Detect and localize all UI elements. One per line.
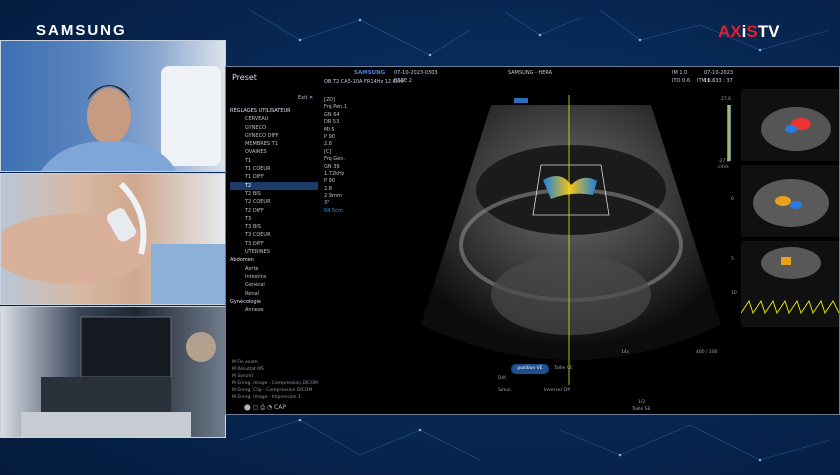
presenter-image xyxy=(41,66,221,171)
preset-tree: RÉGLAGES UTILISATEUR CERVEAU GYNECO GYNECO … xyxy=(230,107,318,314)
param-line: 2.8 xyxy=(324,185,332,192)
depth-mark: 0 xyxy=(731,197,734,202)
action-item[interactable]: M SonoVr xyxy=(232,373,318,380)
thumbnail-1[interactable] xyxy=(741,89,839,161)
action-item[interactable]: M Enreg. Image - Impression 1 xyxy=(232,394,318,401)
preset-item[interactable]: T3 BIS xyxy=(230,223,318,231)
thumbnail-strip xyxy=(741,89,839,407)
param-line: GN 64 xyxy=(324,111,340,118)
ultrasound-screen: Preset Exit ✕ RÉGLAGES UTILISATEUR CERVEA… xyxy=(225,66,840,415)
ultrasound-image xyxy=(421,95,721,385)
preset-item[interactable]: T2 BIS xyxy=(230,190,318,198)
param-line: Frq Pen.1 xyxy=(324,104,348,111)
scale-bottom: -27.6 xyxy=(718,159,730,164)
param-line: P 90 xyxy=(324,133,335,140)
param-line: 1.72kHz xyxy=(324,170,345,177)
action-item[interactable]: M Enreg. Image - Compression DICOM xyxy=(232,380,318,387)
probe-orientation-icon xyxy=(514,98,528,103)
probe-info: OB T2 CA5-10A FR14Hz 12.6cm xyxy=(324,79,404,85)
samsung-small-logo: SAMSUNG xyxy=(354,70,386,76)
preset-item[interactable]: Aorte xyxy=(230,265,318,273)
preset-item[interactable]: MEMBRES T1 xyxy=(230,140,318,148)
simul-button[interactable]: Simul. xyxy=(498,388,512,393)
preset-item[interactable]: T1 DIFF xyxy=(230,173,318,181)
video-panel-exam xyxy=(0,173,226,305)
action-item[interactable]: M Fin exam xyxy=(232,359,318,366)
color-velocity-scale xyxy=(727,105,731,161)
patient-id: BEBE 2 xyxy=(394,78,412,84)
machine-image xyxy=(21,316,216,437)
preset-item[interactable]: Annexe xyxy=(230,306,318,314)
param-line: GN 39 xyxy=(324,163,340,170)
exam-date: 07-10-2023-0303 xyxy=(394,70,438,76)
preset-category[interactable]: Abdomen xyxy=(230,256,318,264)
param-line: P 90 xyxy=(324,178,335,185)
param-line: 2.8 xyxy=(324,141,332,148)
taille-ve-label[interactable]: Taille VE xyxy=(554,366,573,371)
im-value: IM 1.0 xyxy=(672,70,688,76)
param-line: 04.5cm xyxy=(324,207,343,214)
preset-item[interactable]: GYNECO DIFF xyxy=(230,132,318,140)
preset-item[interactable]: GYNECO xyxy=(230,124,318,132)
param-line: MI 5 xyxy=(324,126,335,133)
depth-mark: 5 xyxy=(731,257,734,262)
depth-mark: 10 xyxy=(731,291,737,296)
ito-value: ITO 0.6 xyxy=(672,78,691,84)
invert-dp-button[interactable]: Inverser DP xyxy=(544,388,570,393)
imaging-params: [2D] Frq Pen.1 GN 64 DR 53 MI 5P 90 2.8 [C] Frq… xyxy=(324,97,402,215)
preset-item[interactable]: Rénal xyxy=(230,290,318,298)
device-name: SAMSUNG - HERA xyxy=(508,70,553,76)
date-right: 07-10-2023 xyxy=(704,70,734,76)
preset-item[interactable]: T2 DIFF xyxy=(230,207,318,215)
preset-item[interactable]: T2 xyxy=(230,181,318,190)
exam-image xyxy=(1,181,225,304)
preset-item[interactable]: Général xyxy=(230,281,318,289)
page-indicator: 1/2 xyxy=(638,400,646,405)
scale-unit: cm/s xyxy=(718,165,729,170)
def-button[interactable]: Déf. xyxy=(498,376,507,381)
param-line: [2D] xyxy=(324,97,335,103)
preset-item[interactable]: T3 DIFF xyxy=(230,240,318,248)
param-line: Frq Gén. xyxy=(324,156,345,163)
time-scale-right: 400 / 100 xyxy=(696,350,718,355)
video-panel-presenter xyxy=(0,40,226,172)
video-panel-machine xyxy=(0,306,226,438)
time-scale-left: 14s xyxy=(621,350,630,355)
action-list: M Fin exam M Résultat MS M SonoVr M Enreg. … xyxy=(232,359,318,401)
preset-item[interactable]: T2 COEUR xyxy=(230,198,318,206)
preset-item[interactable]: T1 COEUR xyxy=(230,165,318,173)
preset-item[interactable]: T3 xyxy=(230,215,318,223)
preset-item[interactable]: CERVEAU xyxy=(230,115,318,123)
scale-top: 27.6 xyxy=(721,97,732,102)
exit-button[interactable]: Exit ✕ xyxy=(298,95,313,101)
preset-item[interactable]: OVAIRES xyxy=(230,148,318,156)
thumbnail-2[interactable] xyxy=(741,165,839,237)
clock: 11 : 33 : 37 xyxy=(704,78,733,84)
channel-logo: AXiSTV xyxy=(718,22,780,41)
preset-item[interactable]: Intestins xyxy=(230,273,318,281)
action-item[interactable]: M Résultat MS xyxy=(232,366,318,373)
preset-item[interactable]: UTERINES xyxy=(230,248,318,256)
doppler-thumbnail[interactable] xyxy=(741,241,839,327)
preset-item[interactable]: T1 xyxy=(230,157,318,165)
preset-item[interactable]: T3 COEUR xyxy=(230,231,318,239)
preset-title: Preset xyxy=(232,73,257,82)
param-line: DR 53 xyxy=(324,119,340,126)
param-line: 2.9mm xyxy=(324,193,342,200)
action-item[interactable]: M Enreg. Clip - Compression DICOM xyxy=(232,387,318,394)
bottom-toolbar[interactable]: ⬤ ▢ ⎙ ◔ CAP xyxy=(244,404,286,412)
param-line: 3° xyxy=(324,200,330,207)
position-ve-button[interactable]: position VE xyxy=(511,364,549,374)
preset-category[interactable]: Gynécologie xyxy=(230,298,318,306)
samsung-logo: SAMSUNG xyxy=(36,22,127,39)
preset-category[interactable]: RÉGLAGES UTILISATEUR xyxy=(230,107,318,115)
taille-se-label[interactable]: Taille SE xyxy=(632,407,650,412)
